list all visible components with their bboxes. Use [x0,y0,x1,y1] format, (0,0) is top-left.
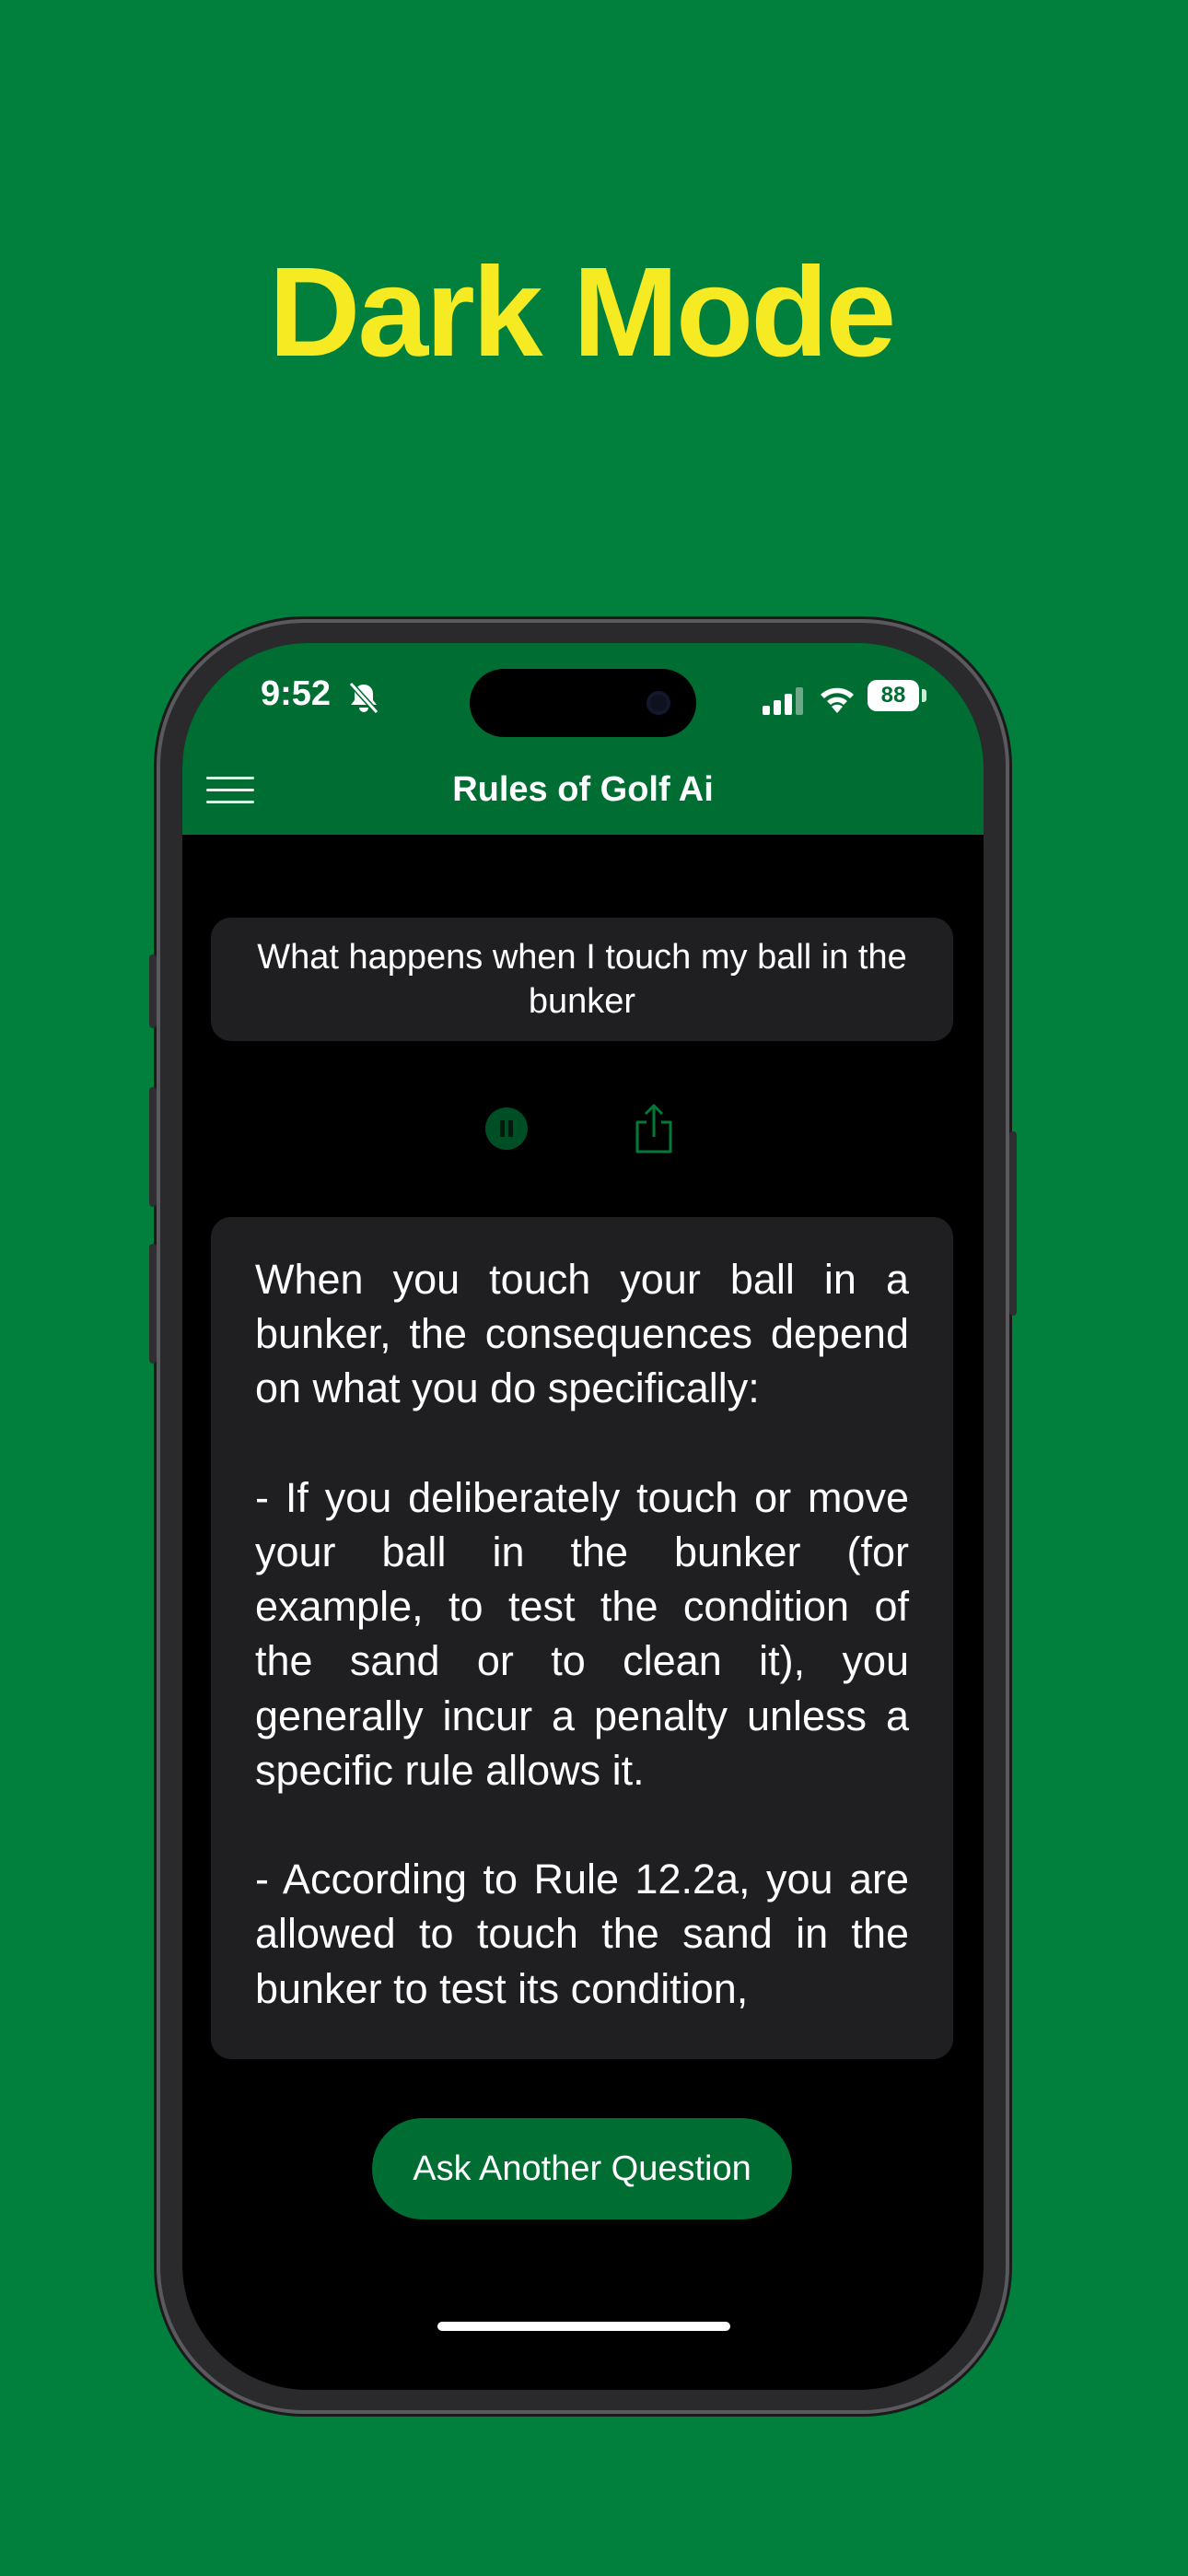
dynamic-island [470,669,696,737]
question-text: What happens when I touch my ball in the… [257,938,907,1021]
home-indicator[interactable] [437,2322,730,2331]
bell-slash-icon [348,681,379,715]
ask-another-question-button[interactable]: Ask Another Question [372,2118,792,2219]
question-card: What happens when I touch my ball in the… [211,918,953,1041]
camera-icon [646,691,670,715]
cellular-signal-icon [763,687,803,715]
wifi-icon [821,687,854,713]
pause-icon[interactable] [485,1107,528,1150]
volume-up-button [149,1087,157,1207]
battery-tip [922,689,926,702]
volume-down-button [149,1244,157,1364]
status-time: 9:52 [261,674,332,713]
phone-frame: 9:52 88 Rules of Golf Ai What happens wh… [149,619,1017,2414]
app-title: Rules of Golf Ai [452,770,714,809]
battery-icon: 88 [868,680,919,711]
phone-screen: 9:52 88 Rules of Golf Ai What happens wh… [182,643,984,2390]
power-button [1009,1131,1017,1316]
answer-text: When you touch your ball in a bunker, th… [255,1256,909,2012]
answer-card[interactable]: When you touch your ball in a bunker, th… [211,1217,953,2059]
headline: Dark Mode [268,241,897,383]
share-icon[interactable] [632,1102,676,1155]
action-button [149,954,157,1028]
